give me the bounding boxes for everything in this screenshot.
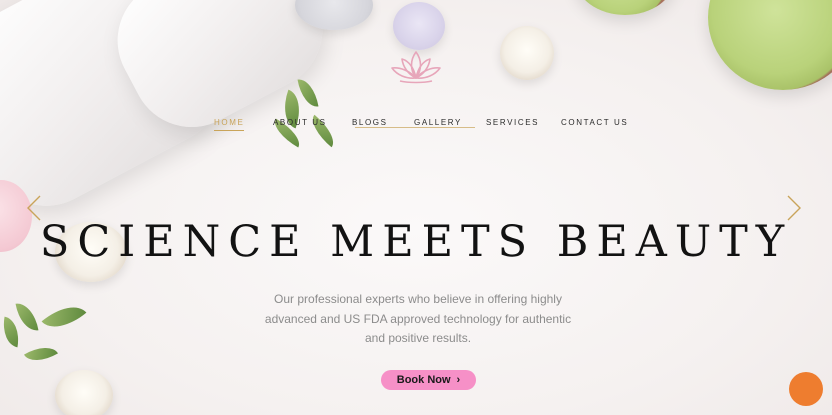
hero-background: HOME ABOUT US BLOGS GALLERY SERVICES CON… (0, 0, 832, 415)
leaf-image (297, 76, 319, 110)
nav-item-blogs[interactable]: BLOGS (352, 118, 388, 127)
book-now-label: Book Now (396, 374, 451, 386)
bath-salt-bowl-image (708, 0, 832, 90)
nav-item-about-us[interactable]: ABOUT US (273, 118, 327, 127)
nav-item-services[interactable]: SERVICES (486, 118, 539, 127)
chevron-right-icon: › (456, 374, 461, 386)
candle-image (500, 26, 554, 80)
bath-salt-bowl-image (575, 0, 675, 15)
leaf-image (41, 295, 87, 339)
candle-image (55, 370, 113, 415)
nav-item-home[interactable]: HOME (214, 118, 245, 131)
leaf-image (0, 316, 23, 348)
candle-image (393, 2, 445, 50)
leaf-image (24, 339, 58, 369)
leaf-image (15, 300, 39, 334)
nav-item-contact-us[interactable]: CONTACT US (561, 118, 628, 127)
nav-item-gallery[interactable]: GALLERY (414, 118, 462, 127)
hero-subtitle: Our professional experts who believe in … (264, 292, 572, 345)
lotus-icon[interactable] (388, 46, 444, 86)
book-now-button[interactable]: Book Now › (381, 370, 476, 390)
hero-title: SCIENCE MEETS BEAUTY (39, 216, 793, 267)
chat-bubble-icon[interactable] (789, 372, 823, 406)
main-nav: HOME ABOUT US BLOGS GALLERY SERVICES CON… (0, 118, 832, 138)
